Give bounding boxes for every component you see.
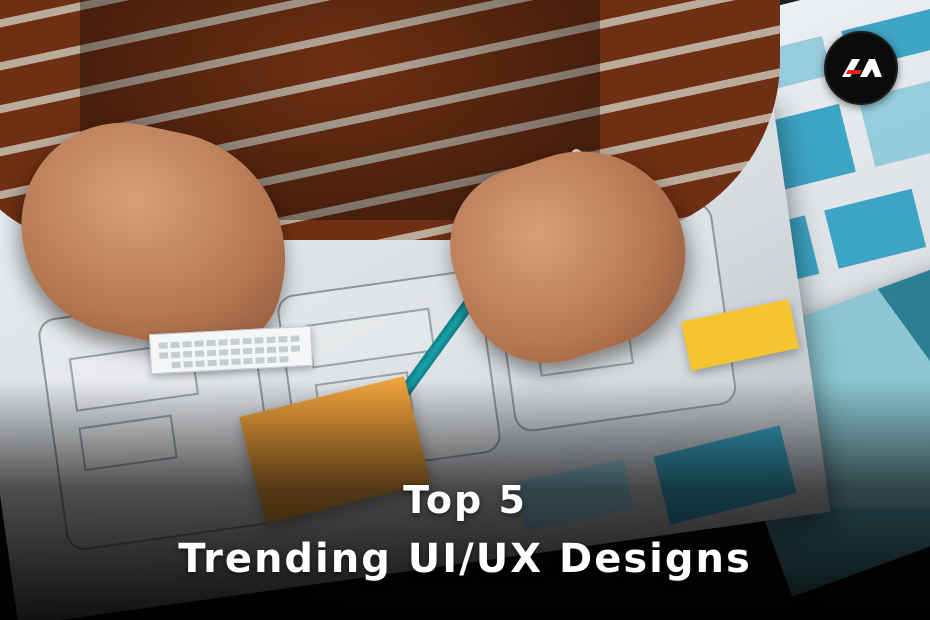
hero-image: Top 5 Trending UI/UX Designs xyxy=(0,0,930,620)
keyboard-sketch-card xyxy=(149,325,313,375)
caption-line-1: Top 5 xyxy=(403,478,527,522)
wireframe-block xyxy=(824,188,927,269)
brand-logo[interactable] xyxy=(824,31,898,105)
caption-line-2: Trending UI/UX Designs xyxy=(178,536,752,582)
brand-logo-icon xyxy=(842,59,882,77)
